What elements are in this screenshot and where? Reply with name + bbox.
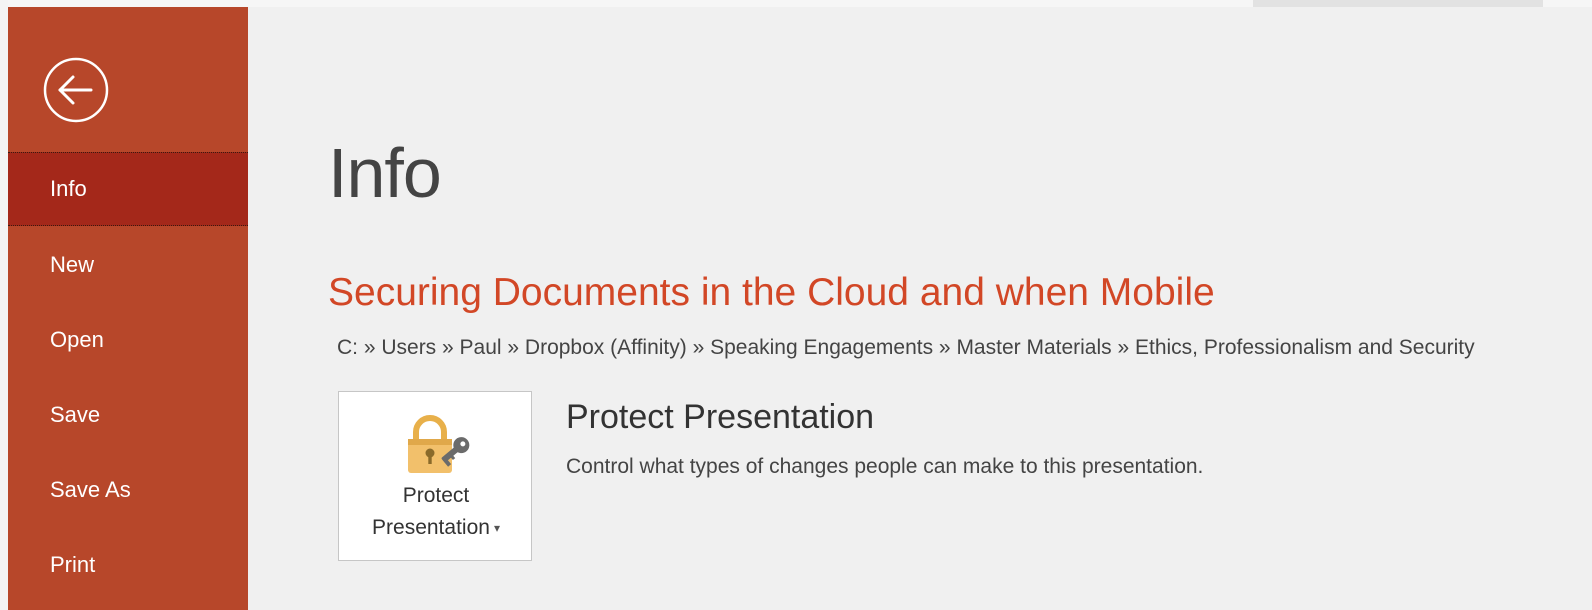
page-title: Info [328, 134, 442, 212]
top-strip-shade [1253, 0, 1543, 7]
protect-button-label: Protect Presentation ▾ [339, 480, 533, 544]
left-edge [0, 0, 8, 610]
nav-item-save[interactable]: Save [8, 378, 248, 452]
lock-key-icon [408, 415, 470, 473]
protect-button-line2: Presentation [372, 516, 490, 539]
back-button[interactable] [43, 57, 109, 123]
back-arrow-circle-icon [43, 57, 109, 123]
nav-item-save-as[interactable]: Save As [8, 453, 248, 527]
nav-item-info[interactable]: Info [8, 152, 248, 226]
backstage-sidebar: Info New Open Save Save As Print [8, 7, 248, 610]
protect-button-line1: Protect [402, 484, 470, 507]
nav-item-new[interactable]: New [8, 228, 248, 302]
dropdown-caret-icon: ▾ [493, 521, 500, 536]
protect-section-description: Control what types of changes people can… [566, 455, 1204, 478]
info-pane: Info Securing Documents in the Cloud and… [248, 7, 1592, 610]
backstage-window: Info New Open Save Save As Print Info Se… [0, 0, 1592, 610]
protect-section-title: Protect Presentation [566, 398, 875, 436]
nav-item-print[interactable]: Print [8, 528, 248, 602]
document-path[interactable]: C: » Users » Paul » Dropbox (Affinity) »… [337, 335, 1475, 360]
nav-item-open[interactable]: Open [8, 303, 248, 377]
protect-presentation-button[interactable]: Protect Presentation ▾ [338, 391, 532, 561]
document-title: Securing Documents in the Cloud and when… [328, 271, 1215, 314]
